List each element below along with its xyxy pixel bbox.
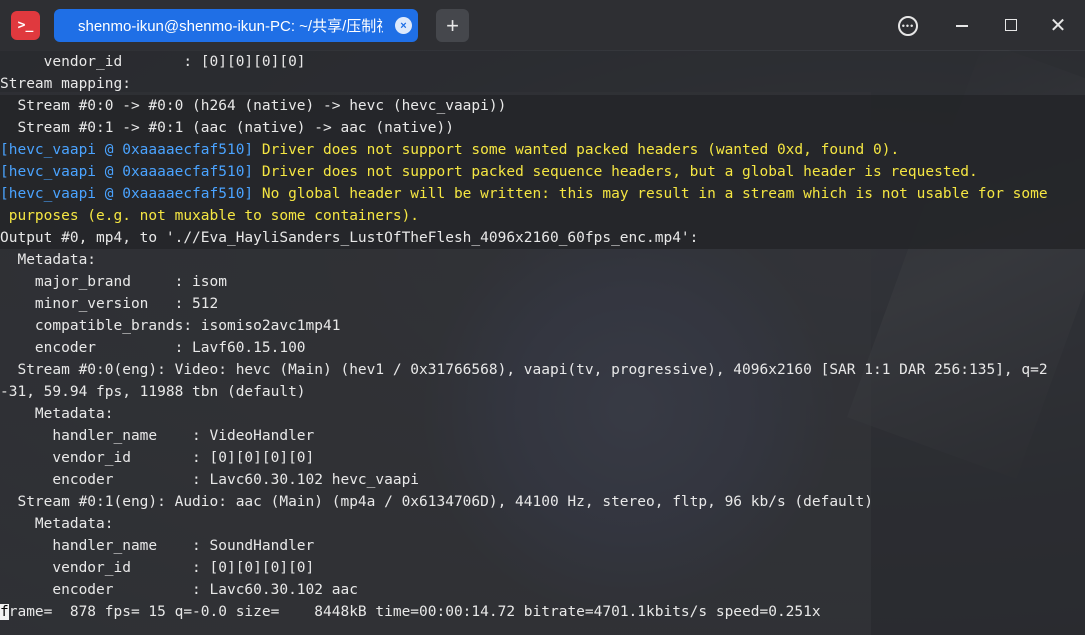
log-prefix: [hevc_vaapi @ 0xaaaaecfaf510] (0, 142, 254, 158)
terminal-line: minor_version : 512 (0, 296, 219, 312)
log-prefix: [hevc_vaapi @ 0xaaaaecfaf510] (0, 186, 254, 202)
terminal-line: Metadata: (0, 516, 114, 532)
terminal-line: vendor_id : [0][0][0][0] (0, 450, 315, 466)
warning-message: No global header will be written: this m… (253, 186, 1048, 202)
terminal-line: Stream #0:1(eng): Audio: aac (Main) (mp4… (0, 494, 873, 510)
terminal-line: encoder : Lavc60.30.102 aac (0, 582, 358, 598)
terminal-line: encoder : Lavc60.30.102 hevc_vaapi (0, 472, 420, 488)
title-bar: >_ shenmo-ikun@shenmo-ikun-PC: ~/共享/压制视频… (0, 0, 1085, 50)
warning-line: [hevc_vaapi @ 0xaaaaecfaf510] Driver doe… (0, 161, 1085, 183)
terminal-line: encoder : Lavf60.15.100 (0, 340, 306, 356)
terminal-line: vendor_id : [0][0][0][0] (0, 560, 315, 576)
terminal-line: vendor_id : [0][0][0][0] (0, 54, 306, 70)
terminal-app-icon[interactable]: >_ (11, 11, 40, 40)
more-options-icon[interactable]: ••• (898, 16, 918, 36)
terminal-line: compatible_brands: isomiso2avc1mp41 (0, 318, 341, 334)
progress-line: frame= 878 fps= 15 q=-0.0 size= 8448kB t… (0, 601, 1085, 623)
maximize-icon[interactable] (999, 13, 1023, 37)
terminal-line: Metadata: (0, 406, 114, 422)
terminal-tab[interactable]: shenmo-ikun@shenmo-ikun-PC: ~/共享/压制视频 × (54, 9, 418, 42)
terminal-line: handler_name : VideoHandler (0, 428, 315, 444)
new-tab-button[interactable]: + (436, 9, 469, 42)
terminal-line: Stream #0:0 -> #0:0 (h264 (native) -> he… (0, 95, 1085, 117)
tab-close-icon[interactable]: × (395, 17, 412, 34)
terminal-line: Stream mapping: (0, 76, 131, 92)
warning-line: purposes (e.g. not muxable to some conta… (0, 205, 1085, 227)
terminal-line: Stream #0:1 -> #0:1 (aac (native) -> aac… (0, 117, 1085, 139)
progress-text: rame= 878 fps= 15 q=-0.0 size= 8448kB ti… (8, 604, 821, 620)
terminal-line: Stream #0:0(eng): Video: hevc (Main) (he… (0, 362, 1048, 378)
warning-message: Driver does not support packed sequence … (253, 164, 978, 180)
warning-line: [hevc_vaapi @ 0xaaaaecfaf510] Driver doe… (0, 139, 1085, 161)
terminal-line: -31, 59.94 fps, 11988 tbn (default) (0, 384, 306, 400)
warning-message: purposes (e.g. not muxable to some conta… (0, 208, 420, 224)
log-prefix: [hevc_vaapi @ 0xaaaaecfaf510] (0, 164, 254, 180)
terminal-line: handler_name : SoundHandler (0, 538, 315, 554)
minimize-icon[interactable] (950, 13, 974, 37)
tab-title: shenmo-ikun@shenmo-ikun-PC: ~/共享/压制视频 (78, 18, 383, 35)
terminal-cursor: f (0, 604, 9, 620)
terminal-line: Metadata: (0, 252, 97, 268)
close-window-icon[interactable]: ✕ (1046, 13, 1070, 37)
terminal-line: Output #0, mp4, to './/Eva_HayliSanders_… (0, 227, 1085, 249)
terminal-output[interactable]: vendor_id : [0][0][0][0] Stream mapping:… (0, 51, 1085, 635)
warning-message: Driver does not support some wanted pack… (253, 142, 900, 158)
terminal-line: major_brand : isom (0, 274, 227, 290)
warning-line: [hevc_vaapi @ 0xaaaaecfaf510] No global … (0, 183, 1085, 205)
